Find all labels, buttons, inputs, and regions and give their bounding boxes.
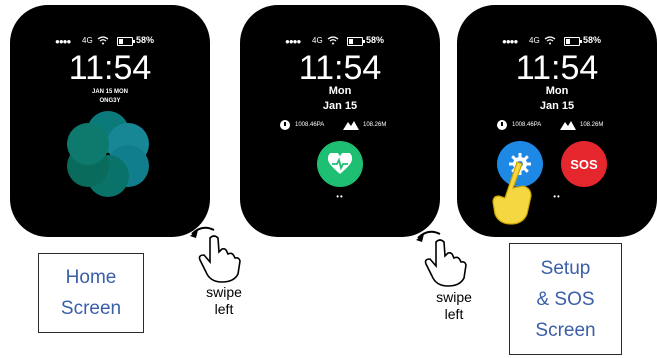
- battery-percent: 58%: [583, 35, 602, 45]
- breathe-flower-icon[interactable]: [58, 108, 158, 198]
- sensor-row: 1008.46PA 108.26M: [457, 120, 657, 134]
- network-label: 4G: [529, 36, 540, 45]
- network-label: 4G: [312, 36, 323, 45]
- mountain-icon: [343, 121, 359, 130]
- date-line: JAN 15 MON: [91, 89, 128, 95]
- battery-percent: 58%: [366, 35, 385, 45]
- day-label: Mon: [545, 85, 569, 97]
- sub-line: ONG3Y: [99, 98, 121, 104]
- clock-time: 11:54: [298, 49, 382, 87]
- altitude-value: 108.26M: [580, 122, 604, 128]
- signal-indicator: ●●●●: [285, 37, 301, 46]
- watch-heart-screen[interactable]: ●●●● 4G 58% 11:54 Mon Jan 15 1008.46PA 1…: [240, 5, 440, 237]
- status-bar: ●●●● 4G 58%: [10, 35, 210, 48]
- wifi-icon: [327, 36, 339, 45]
- home-screen-caption: Home Screen: [38, 253, 144, 333]
- caption-line2: & SOS: [536, 288, 595, 310]
- caption-line1: Home: [65, 267, 117, 288]
- battery-percent: 58%: [136, 35, 155, 45]
- swipe-label-line1: swipe: [436, 289, 472, 305]
- battery-icon: [347, 37, 365, 46]
- clock-time: 11:54: [68, 49, 152, 87]
- sos-button[interactable]: SOS: [561, 141, 607, 187]
- setup-sos-screen-caption: Setup & SOS Screen: [509, 243, 622, 355]
- altitude-value: 108.26M: [363, 122, 387, 128]
- swipe-label-line2: left: [214, 301, 234, 317]
- swipe-hand-icon: [416, 230, 467, 287]
- signal-indicator: ●●●●: [502, 37, 518, 46]
- tap-hand-icon: [492, 161, 532, 225]
- heart-pulse-icon: [328, 153, 352, 174]
- swipe-left-label: swipe left: [419, 289, 489, 323]
- date-label: Jan 15: [539, 100, 575, 112]
- mountain-icon: [560, 121, 576, 130]
- swipe-hand-icon: [190, 226, 241, 283]
- status-bar: ●●●● 4G 58%: [240, 35, 440, 48]
- page-indicator: ••: [336, 192, 344, 201]
- status-bar: ●●●● 4G 58%: [457, 35, 657, 48]
- caption-line2: Screen: [60, 298, 122, 319]
- heart-rate-button[interactable]: [317, 141, 363, 187]
- network-label: 4G: [82, 36, 93, 45]
- battery-icon: [117, 37, 135, 46]
- gauge-icon: [280, 120, 290, 130]
- battery-icon: [564, 37, 582, 46]
- caption-line1: Setup: [540, 257, 591, 279]
- day-label: Mon: [328, 85, 352, 97]
- wifi-icon: [544, 36, 556, 45]
- date-label: Jan 15: [322, 100, 358, 112]
- swipe-left-label: swipe left: [189, 284, 259, 318]
- sensor-row: 1008.46PA 108.26M: [240, 120, 440, 134]
- wifi-icon: [97, 36, 109, 45]
- signal-indicator: ●●●●: [55, 37, 71, 46]
- swipe-label-line1: swipe: [206, 284, 242, 300]
- pressure-value: 1008.46PA: [512, 122, 542, 128]
- clock-time: 11:54: [515, 49, 599, 87]
- gauge-icon: [497, 120, 507, 130]
- pressure-value: 1008.46PA: [295, 122, 325, 128]
- watch-home-screen[interactable]: ●●●● 4G 58% 11:54 JAN 15 MON ONG3Y: [10, 5, 210, 237]
- swipe-label-line2: left: [444, 306, 464, 322]
- caption-line3: Screen: [535, 319, 596, 341]
